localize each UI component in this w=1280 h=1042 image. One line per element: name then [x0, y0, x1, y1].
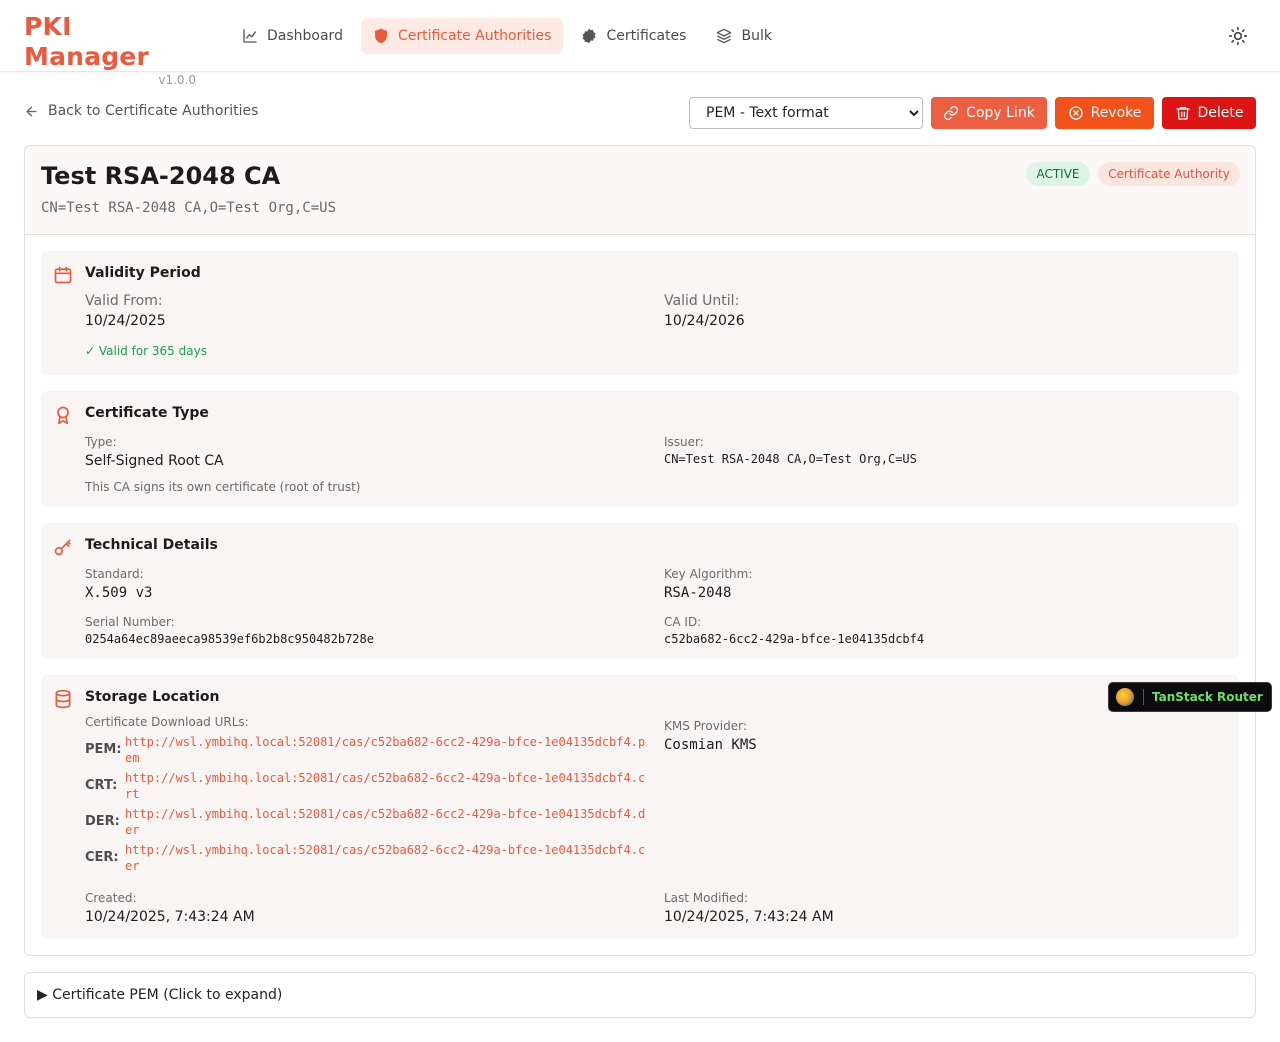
arrow-left-icon [26, 106, 37, 116]
type-value: Self-Signed Root CA [85, 453, 224, 469]
valid-until-label: Valid Until: [664, 293, 740, 309]
nav-certificate-authorities[interactable]: Certificate Authorities [360, 18, 564, 54]
app-version: v1.0.0 [158, 73, 196, 87]
back-link-label: Back to Certificate Authorities [48, 103, 259, 119]
issuer-value: CN=Test RSA-2048 CA,O=Test Org,C=US [664, 452, 917, 466]
kms-provider-label: KMS Provider: [664, 719, 747, 733]
last-modified-label: Last Modified: [664, 891, 749, 905]
technical-details-title: Technical Details [85, 537, 218, 553]
url-link-pem[interactable]: http://wsl.ymbihq.local:52081/cas/c52ba6… [125, 734, 647, 766]
storage-location-section: Storage Location Certificate Download UR… [41, 675, 1239, 939]
valid-from-label: Valid From: [85, 293, 163, 309]
tanstack-logo-icon [1116, 688, 1134, 706]
key-icon [54, 539, 71, 556]
ca-id-label: CA ID: [664, 615, 702, 629]
validity-section: Validity Period Valid From: 10/24/2025 V… [41, 251, 1239, 375]
nav-bulk[interactable]: Bulk [704, 18, 783, 54]
nav-dashboard[interactable]: Dashboard [230, 18, 355, 54]
created-label: Created: [85, 891, 137, 905]
nav-certificate-authorities-label: Certificate Authorities [397, 28, 552, 44]
issuer-label: Issuer: [664, 435, 704, 449]
tanstack-router-label: TanStack Router [1152, 690, 1263, 704]
database-icon [55, 689, 71, 709]
url-key-cer: CER: [85, 850, 119, 865]
copy-link-button[interactable]: Copy Link [931, 97, 1047, 129]
award-icon [57, 406, 69, 425]
status-badge: ACTIVE [1026, 162, 1090, 186]
brand[interactable]: PKI Manager v1.0.0 [24, 12, 196, 88]
key-algorithm-label: Key Algorithm: [664, 567, 753, 581]
type-badge: Certificate Authority [1098, 162, 1240, 186]
chart-line-icon [243, 29, 257, 43]
standard-value: X.509 v3 [85, 585, 153, 601]
kms-provider-value: Cosmian KMS [664, 737, 757, 753]
url-row-pem: PEM: http://wsl.ymbihq.local:52081/cas/c… [85, 734, 645, 766]
serial-number-value: 0254a64ec89aeeca98539ef6b2b8c950482b728e [85, 632, 374, 646]
copy-link-label: Copy Link [966, 105, 1035, 121]
back-link[interactable]: Back to Certificate Authorities [24, 103, 258, 119]
url-link-cer[interactable]: http://wsl.ymbihq.local:52081/cas/c52ba6… [125, 842, 647, 874]
last-modified-value: 10/24/2025, 7:43:24 AM [664, 909, 834, 925]
revoke-label: Revoke [1090, 105, 1142, 121]
standard-label: Standard: [85, 567, 144, 581]
nav-certificates[interactable]: Certificates [569, 18, 698, 54]
url-link-crt[interactable]: http://wsl.ymbihq.local:52081/cas/c52ba6… [125, 770, 647, 802]
serial-number-label: Serial Number: [85, 615, 175, 629]
page-title: Test RSA-2048 CA [41, 162, 281, 190]
valid-until-value: 10/24/2026 [664, 313, 745, 329]
trash-icon [1175, 107, 1190, 120]
certificate-type-title: Certificate Type [85, 405, 209, 421]
layers-icon [717, 28, 732, 44]
url-key-crt: CRT: [85, 778, 118, 793]
sun-icon[interactable] [1228, 26, 1248, 46]
delete-label: Delete [1197, 105, 1244, 121]
key-algorithm-value: RSA-2048 [664, 585, 732, 601]
ca-detail-card: Test RSA-2048 CA CN=Test RSA-2048 CA,O=T… [24, 145, 1256, 956]
certificate-pem-summary[interactable]: ▶ Certificate PEM (Click to expand) [37, 987, 282, 1003]
link-icon [944, 106, 959, 120]
nav-dashboard-label: Dashboard [267, 28, 343, 44]
certificate-pem-details[interactable]: ▶ Certificate PEM (Click to expand) [24, 972, 1256, 1018]
download-urls-label: Certificate Download URLs: [85, 715, 249, 729]
main-nav: Dashboard Certificate Authorities Certif… [230, 18, 784, 54]
validity-title: Validity Period [85, 265, 201, 281]
type-note: This CA signs its own certificate (root … [85, 480, 361, 494]
app-title[interactable]: PKI Manager [24, 12, 196, 72]
x-circle-icon [1068, 106, 1083, 120]
technical-details-section: Technical Details Standard: X.509 v3 Key… [41, 523, 1239, 659]
top-header: PKI Manager v1.0.0 Dashboard Certificate… [0, 0, 1280, 87]
url-row-der: DER: http://wsl.ymbihq.local:52081/cas/c… [85, 806, 645, 838]
url-key-pem: PEM: [85, 742, 122, 757]
validity-remaining: ✓ Valid for 365 days [85, 344, 207, 358]
type-label: Type: [85, 435, 117, 449]
storage-location-title: Storage Location [85, 689, 220, 705]
certificate-type-section: Certificate Type Type: Self-Signed Root … [41, 391, 1239, 507]
url-key-der: DER: [85, 814, 120, 829]
shield-icon [374, 28, 387, 44]
tanstack-router-devtools-button[interactable]: TanStack Router [1108, 682, 1272, 712]
divider [1143, 689, 1144, 705]
calendar-icon [54, 266, 72, 284]
ca-distinguished-name: CN=Test RSA-2048 CA,O=Test Org,C=US [41, 200, 337, 216]
url-link-der[interactable]: http://wsl.ymbihq.local:52081/cas/c52ba6… [125, 806, 647, 838]
valid-from-value: 10/24/2025 [85, 313, 166, 329]
revoke-button[interactable]: Revoke [1055, 97, 1154, 129]
nav-bulk-label: Bulk [741, 28, 772, 44]
ca-card-header: Test RSA-2048 CA CN=Test RSA-2048 CA,O=T… [25, 146, 1255, 235]
url-row-crt: CRT: http://wsl.ymbihq.local:52081/cas/c… [85, 770, 645, 802]
format-select[interactable]: PEM - Text format [689, 97, 923, 129]
delete-button[interactable]: Delete [1162, 97, 1256, 129]
created-value: 10/24/2025, 7:43:24 AM [85, 909, 255, 925]
badge-check-icon [582, 28, 596, 44]
url-row-cer: CER: http://wsl.ymbihq.local:52081/cas/c… [85, 842, 645, 874]
nav-certificates-label: Certificates [606, 28, 687, 44]
ca-id-value: c52ba682-6cc2-429a-bfce-1e04135dcbf4 [664, 632, 925, 646]
